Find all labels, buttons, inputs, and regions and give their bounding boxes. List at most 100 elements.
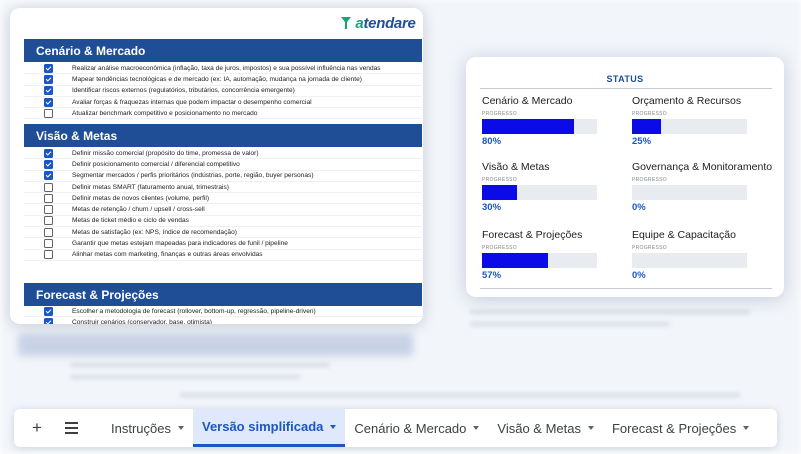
background-line bbox=[470, 322, 670, 326]
task-row: Construir cenários (conservador, base, o… bbox=[24, 317, 422, 324]
chevron-down-icon[interactable] bbox=[587, 426, 594, 430]
task-label: Avaliar forças & fraquezas internas que … bbox=[72, 98, 312, 106]
divider bbox=[480, 288, 772, 289]
task-checkbox[interactable] bbox=[43, 171, 53, 181]
task-row: Segmentar mercados / perfis prioritários… bbox=[24, 171, 422, 182]
task-label: Mapear tendências tecnológicas e de merc… bbox=[72, 75, 362, 83]
brand-name: atendare bbox=[355, 14, 416, 32]
metric-progress-label: PROGRESSO bbox=[632, 111, 667, 117]
task-checkbox[interactable] bbox=[43, 193, 53, 203]
metric-percent: 0% bbox=[632, 270, 646, 281]
task-checkbox[interactable] bbox=[43, 239, 53, 249]
progress-bar bbox=[632, 253, 747, 268]
task-checkbox[interactable] bbox=[43, 63, 53, 73]
task-checkbox[interactable] bbox=[43, 148, 53, 158]
progress-bar-fill bbox=[482, 253, 548, 268]
task-row: Escolher a metodologia de forecast (roll… bbox=[24, 306, 422, 318]
task-row: Realizar análise macroeconômica (inflaçã… bbox=[24, 63, 422, 75]
metric-percent: 0% bbox=[632, 202, 646, 213]
sheet-tab[interactable]: Visão & Metas bbox=[488, 409, 603, 447]
metric-percent: 80% bbox=[482, 136, 502, 147]
divider bbox=[480, 88, 772, 89]
plus-icon: + bbox=[32, 418, 42, 437]
task-row: Metas de ticket médio e ciclo de vendas bbox=[24, 216, 422, 228]
task-checkbox[interactable] bbox=[43, 317, 53, 324]
brand-logo: atendare bbox=[333, 8, 423, 38]
task-label: Garantir que metas estejam mapeadas para… bbox=[72, 240, 288, 248]
task-row: Metas de satisfação (ex: NPS, índice de … bbox=[24, 227, 422, 239]
progress-bar-fill bbox=[632, 119, 661, 134]
checklist-card: atendare Cenário & Mercado Realizar análi… bbox=[10, 8, 423, 324]
chevron-down-icon[interactable] bbox=[743, 426, 750, 430]
task-checkbox[interactable] bbox=[43, 159, 53, 169]
sheet-tab[interactable]: Instruções bbox=[102, 409, 193, 447]
task-checkbox[interactable] bbox=[43, 216, 53, 226]
task-checkbox[interactable] bbox=[43, 250, 53, 260]
chevron-down-icon[interactable] bbox=[330, 424, 337, 429]
progress-bar bbox=[632, 185, 747, 200]
task-row: Atualizar benchmark competitivo e posici… bbox=[24, 108, 422, 120]
background-header-bar bbox=[18, 334, 413, 356]
task-label: Identificar riscos externos (regulatório… bbox=[72, 87, 295, 95]
sheet-tab[interactable]: Versão simplificada bbox=[192, 409, 346, 447]
task-checkbox[interactable] bbox=[43, 108, 53, 118]
sheet-tab[interactable]: Cenário & Mercado bbox=[345, 409, 488, 447]
status-metric: Visão & Metas PROGRESSO 30% bbox=[482, 161, 627, 213]
background-line bbox=[470, 310, 750, 314]
task-label: Atualizar benchmark competitivo e posici… bbox=[72, 109, 258, 117]
sheet-tab[interactable]: Forecast & Projeções bbox=[603, 409, 758, 447]
progress-bar-fill bbox=[482, 119, 574, 134]
metric-progress-label: PROGRESSO bbox=[632, 245, 667, 251]
metric-title: Visão & Metas bbox=[482, 161, 550, 173]
task-checkbox[interactable] bbox=[43, 205, 53, 215]
background-line bbox=[70, 375, 300, 379]
metric-title: Forecast & Projeções bbox=[482, 229, 583, 241]
all-sheets-button[interactable] bbox=[56, 413, 86, 443]
metric-title: Cenário & Mercado bbox=[482, 95, 573, 107]
metric-progress-label: PROGRESSO bbox=[482, 111, 517, 117]
task-row: Avaliar forças & fraquezas internas que … bbox=[24, 97, 422, 109]
task-label: Definir metas SMART (faturamento anual, … bbox=[72, 183, 229, 191]
task-checkbox[interactable] bbox=[43, 97, 53, 107]
task-label: Segmentar mercados / perfis prioritários… bbox=[72, 172, 314, 180]
metric-progress-label: PROGRESSO bbox=[632, 177, 667, 183]
task-label: Metas de satisfação (ex: NPS, índice de … bbox=[72, 228, 237, 236]
progress-bar bbox=[482, 119, 597, 134]
task-label: Definir missão comercial (propósito do t… bbox=[72, 149, 259, 157]
task-checkbox[interactable] bbox=[43, 86, 53, 96]
metric-title: Orçamento & Recursos bbox=[632, 95, 742, 107]
task-checkbox[interactable] bbox=[43, 182, 53, 192]
task-row: Definir missão comercial (propósito do t… bbox=[24, 148, 422, 160]
status-metric: Cenário & Mercado PROGRESSO 80% bbox=[482, 95, 627, 147]
menu-icon bbox=[64, 422, 78, 434]
task-row: Definir metas SMART (faturamento anual, … bbox=[24, 182, 422, 194]
progress-bar bbox=[482, 253, 597, 268]
sheet-tab-label: Instruções bbox=[111, 420, 171, 436]
section-header: Cenário & Mercado bbox=[24, 39, 422, 62]
metric-title: Governança & Monitoramento bbox=[632, 161, 773, 173]
status-metric: Equipe & Capacitação PROGRESSO 0% bbox=[632, 229, 777, 281]
task-label: Definir metas de novos clientes (volume,… bbox=[72, 194, 210, 202]
metric-percent: 30% bbox=[482, 202, 502, 213]
sheet-tab-label: Versão simplificada bbox=[201, 419, 324, 434]
task-checkbox[interactable] bbox=[43, 227, 53, 237]
task-checkbox[interactable] bbox=[43, 74, 53, 84]
metric-progress-label: PROGRESSO bbox=[482, 177, 517, 183]
chevron-down-icon[interactable] bbox=[473, 426, 480, 430]
metric-progress-label: PROGRESSO bbox=[482, 245, 517, 251]
status-metric: Orçamento & Recursos PROGRESSO 25% bbox=[632, 95, 777, 147]
background-line bbox=[70, 363, 330, 367]
logo-mark-icon bbox=[341, 17, 352, 29]
sheet-tab-label: Cenário & Mercado bbox=[354, 420, 467, 436]
add-sheet-button[interactable]: + bbox=[22, 413, 52, 443]
task-label: Realizar análise macroeconômica (inflaçã… bbox=[72, 64, 381, 72]
task-row: Identificar riscos externos (regulatório… bbox=[24, 86, 422, 97]
task-label: Metas de ticket médio e ciclo de vendas bbox=[72, 217, 189, 225]
chevron-down-icon[interactable] bbox=[177, 426, 184, 430]
task-label: Alinhar metas com marketing, finanças e … bbox=[72, 251, 263, 259]
progress-bar bbox=[482, 185, 597, 200]
task-checkbox[interactable] bbox=[43, 306, 53, 316]
section-header: Forecast & Projeções bbox=[24, 283, 422, 306]
metric-title: Equipe & Capacitação bbox=[632, 229, 736, 241]
task-label: Construir cenários (conservador, base, o… bbox=[72, 318, 212, 324]
